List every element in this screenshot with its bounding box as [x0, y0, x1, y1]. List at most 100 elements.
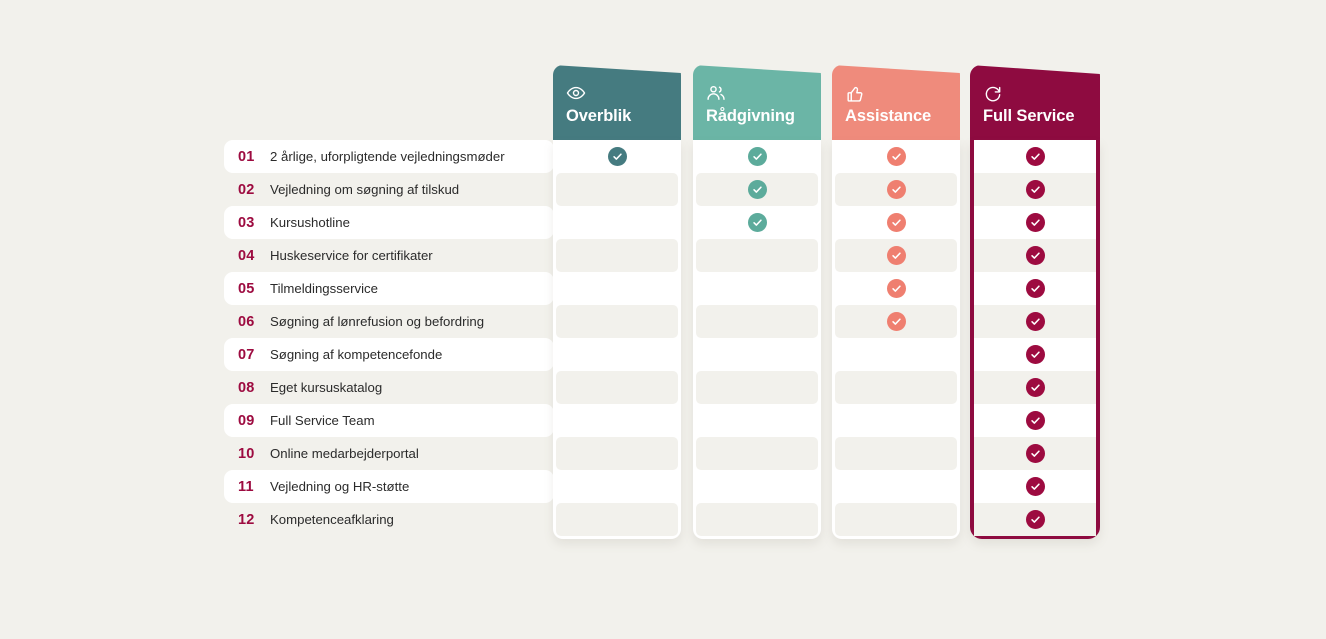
row-label: Full Service Team — [270, 413, 375, 428]
plan-cell — [974, 239, 1096, 272]
plan-header: Full Service — [970, 65, 1100, 140]
plan-cell — [974, 206, 1096, 239]
row-number: 10 — [238, 445, 255, 462]
plan-title: Full Service — [983, 107, 1075, 125]
table-row: 09 Full Service Team — [224, 404, 554, 437]
plan-cell — [832, 371, 960, 404]
plan-body — [693, 140, 821, 539]
row-number: 06 — [238, 313, 255, 330]
plan-cell — [974, 437, 1096, 470]
table-row: 08 Eget kursuskatalog — [224, 371, 554, 404]
table-row: 10 Online medarbejderportal — [224, 437, 554, 470]
check-icon — [1025, 312, 1045, 331]
row-label: Eget kursuskatalog — [270, 380, 383, 395]
plan-cell — [553, 140, 681, 173]
table-row: 02 Vejledning om søgning af tilskud — [224, 173, 554, 206]
plan-cell — [974, 470, 1096, 503]
table-row: 11 Vejledning og HR-støtte — [224, 470, 554, 503]
row-number: 11 — [238, 478, 254, 495]
check-icon — [886, 147, 906, 166]
plan-body — [970, 140, 1100, 539]
plan-cell — [974, 404, 1096, 437]
row-label: Søgning af lønrefusion og befordring — [270, 314, 485, 329]
check-icon — [886, 246, 906, 265]
plan-cell — [832, 272, 960, 305]
plan-cell — [553, 272, 681, 305]
table-row: 07 Søgning af kompetencefonde — [224, 338, 554, 371]
plan-cell — [693, 272, 821, 305]
plan-cell — [974, 173, 1096, 206]
table-row: 01 2 årlige, uforpligtende vejledningsmød… — [224, 140, 554, 173]
eye-icon — [566, 83, 681, 103]
plan-cell — [832, 404, 960, 437]
plan-cell — [553, 206, 681, 239]
table-row: 12 Kompetenceafklaring — [224, 503, 554, 536]
plan-cell — [832, 503, 960, 536]
plan-cell — [693, 437, 821, 470]
plan-cell — [974, 305, 1096, 338]
plan-column-overblik[interactable]: Overblik — [553, 65, 681, 539]
plan-cell — [832, 206, 960, 239]
check-icon — [1025, 378, 1045, 397]
refresh-icon — [983, 83, 1100, 103]
plan-cell — [553, 371, 681, 404]
plan-title: Rådgivning — [706, 107, 795, 125]
plan-cell — [553, 173, 681, 206]
plan-title: Assistance — [845, 107, 932, 125]
row-number: 05 — [238, 280, 255, 297]
plan-cell — [693, 470, 821, 503]
plan-cell — [693, 338, 821, 371]
table-row: 06 Søgning af lønrefusion og befordring — [224, 305, 554, 338]
check-icon — [1025, 279, 1045, 298]
row-number: 03 — [238, 214, 255, 231]
plan-cell — [693, 239, 821, 272]
plan-cell — [693, 305, 821, 338]
plan-column-assistance[interactable]: Assistance — [832, 65, 960, 539]
row-label: Online medarbejderportal — [270, 446, 419, 461]
plan-cell — [553, 404, 681, 437]
plan-header: Overblik — [553, 65, 681, 140]
check-icon — [1025, 444, 1045, 463]
plan-cell — [974, 338, 1096, 371]
check-icon — [1025, 180, 1045, 199]
row-label: 2 årlige, uforpligtende vejledningsmøder — [270, 149, 505, 164]
plan-cell — [693, 206, 821, 239]
check-icon — [1025, 246, 1045, 265]
feature-label-column: 01 2 årlige, uforpligtende vejledningsmød… — [224, 140, 554, 536]
plan-header: Rådgivning — [693, 65, 821, 140]
plan-cell — [832, 305, 960, 338]
plan-cell — [693, 173, 821, 206]
row-label: Kompetenceafklaring — [270, 512, 394, 527]
users-icon — [706, 83, 821, 103]
plan-cell — [832, 140, 960, 173]
row-number: 04 — [238, 247, 255, 264]
row-number: 01 — [238, 148, 255, 165]
plan-cell — [553, 338, 681, 371]
plan-cell — [553, 305, 681, 338]
row-label: Vejledning og HR-støtte — [270, 479, 410, 494]
row-label: Vejledning om søgning af tilskud — [270, 182, 460, 197]
plan-cell — [832, 470, 960, 503]
plan-cell — [553, 503, 681, 536]
plan-title: Overblik — [566, 107, 632, 125]
check-icon — [886, 279, 906, 298]
plan-column-full-service[interactable]: Full Service — [970, 65, 1100, 539]
table-row: 04 Huskeservice for certifikater — [224, 239, 554, 272]
row-label: Tilmeldingsservice — [270, 281, 378, 296]
check-icon — [1025, 147, 1045, 166]
plan-cell — [974, 503, 1096, 536]
check-icon — [607, 147, 627, 166]
plan-column-rådgivning[interactable]: Rådgivning — [693, 65, 821, 539]
table-row: 05 Tilmeldingsservice — [224, 272, 554, 305]
row-number: 12 — [238, 511, 255, 528]
plan-cell — [974, 140, 1096, 173]
plan-body — [832, 140, 960, 539]
check-icon — [1025, 411, 1045, 430]
table-row: 03 Kursushotline — [224, 206, 554, 239]
plan-cell — [553, 437, 681, 470]
plan-cell — [974, 371, 1096, 404]
check-icon — [1025, 213, 1045, 232]
plan-cell — [832, 338, 960, 371]
plan-cell — [553, 470, 681, 503]
check-icon — [886, 312, 906, 331]
